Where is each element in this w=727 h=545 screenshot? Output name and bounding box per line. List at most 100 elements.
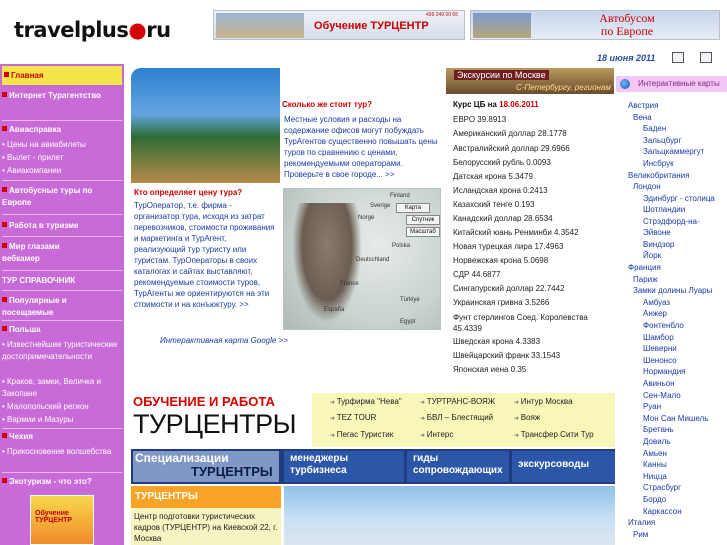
map-item[interactable]: Эдинбург - столица Шотландии — [643, 193, 725, 216]
nav-home[interactable]: Главная — [2, 66, 122, 85]
agency-link[interactable]: БВЛ – Блестящий — [420, 413, 493, 422]
spec-label-b: ТУРЦЕНТРЫ — [191, 464, 273, 479]
interactive-globe-map[interactable]: Карта Спутник Масштаб Finland Sverige No… — [283, 188, 441, 330]
nav-poland-sights[interactable]: • Известнейшие туристические достопримеч… — [2, 339, 122, 363]
map-item[interactable]: Йорк — [643, 250, 725, 262]
map-button-scale[interactable]: Масштаб — [406, 227, 440, 237]
map-item[interactable]: Инсбрук — [643, 158, 725, 170]
rate-row: Белорусский рубль 0.0093 — [453, 158, 551, 167]
map-item[interactable]: Фонтенбло — [643, 320, 725, 332]
map-label: Polska — [392, 243, 411, 249]
logo-text-a: travelplus — [14, 18, 129, 42]
education-heading[interactable]: ОБУЧЕНИЕ И РАБОТА — [133, 394, 275, 409]
agency-link[interactable]: Турфирма "Нева" — [330, 397, 402, 406]
currency-rates-header: Курс ЦБ на 18.06.2011 — [453, 100, 615, 109]
nav-poland-malopolska[interactable]: • Малопольский регион — [2, 402, 122, 411]
promo-education-image[interactable]: Обучение ТУРЦЕНТР — [30, 495, 94, 545]
nav-popular[interactable]: Популярные и посещаемые — [2, 295, 92, 319]
home-icon[interactable] — [672, 52, 684, 63]
map-item[interactable]: Довиль — [643, 436, 725, 448]
map-item[interactable]: Амбуаз — [643, 297, 725, 309]
map-item[interactable]: Страсбург — [643, 482, 725, 494]
nav-czech[interactable]: Чехия — [2, 432, 122, 441]
agency-link[interactable]: TEZ TOUR — [330, 413, 377, 422]
tour-price-question[interactable]: Кто определяет цену тура? — [134, 188, 242, 197]
map-item[interactable]: Бретань — [643, 424, 725, 436]
agency-link[interactable]: ТУРТРАНС-ВОЯЖ — [420, 397, 495, 406]
map-item[interactable]: Замки долины Луары — [633, 285, 725, 297]
bullet-icon — [4, 72, 9, 77]
map-item[interactable]: Стрэдфорд-на-Эйвоне — [643, 216, 725, 239]
logo-text-b: ru — [146, 18, 171, 42]
map-item[interactable]: Париж — [633, 274, 725, 286]
nav-poland-krakow[interactable]: • Краков, замки, Величка и Закопане — [2, 376, 122, 400]
map-item[interactable]: Австрия — [628, 100, 725, 112]
nav-avia[interactable]: Авиасправка — [2, 125, 122, 134]
agency-link[interactable]: Трансфер Сити Тур — [514, 430, 594, 439]
nav-divider — [2, 270, 122, 271]
agency-link[interactable]: Пегас Туристик — [330, 430, 394, 439]
map-button-map[interactable]: Карта — [396, 203, 430, 213]
map-item[interactable]: Баден — [643, 123, 725, 135]
nav-ecotourism[interactable]: Экотуризм - что это? — [2, 477, 122, 486]
nav-divider — [2, 320, 122, 321]
map-item[interactable]: Италия — [628, 517, 725, 529]
rate-row: Украинская гривна 3.5266 — [453, 298, 550, 307]
tour-cost-question[interactable]: Сколько же стоит тур? — [282, 100, 372, 109]
map-item[interactable]: Рим — [633, 529, 725, 541]
map-item[interactable]: Амьен — [643, 448, 725, 460]
map-item[interactable]: Зальцбург — [643, 135, 725, 147]
mail-icon[interactable] — [700, 52, 712, 63]
map-item[interactable]: Виндзор — [643, 239, 725, 251]
map-item[interactable]: Нормандия — [643, 366, 725, 378]
map-item[interactable]: Шенонсо — [643, 355, 725, 367]
nav-jobs[interactable]: Работа в туризме — [2, 221, 122, 230]
map-item[interactable]: Авиньон — [643, 378, 725, 390]
map-item[interactable]: Руан — [643, 401, 725, 413]
tab-excursion-guides[interactable]: экскурсоводы — [512, 451, 615, 482]
map-item[interactable]: Анжер — [643, 308, 725, 320]
map-item[interactable]: Зальцкаммергут — [643, 146, 725, 158]
nav-internet-agency[interactable]: Интернет Турагентство — [2, 90, 112, 102]
map-item[interactable]: Бордо — [643, 494, 725, 506]
agency-link[interactable]: Интерс — [420, 430, 454, 439]
map-item[interactable]: Великобритания — [628, 170, 725, 182]
map-item[interactable]: Шамбор — [643, 332, 725, 344]
tab-guides[interactable]: гиды сопровождающих — [407, 451, 509, 482]
agency-link[interactable]: Вояж — [514, 413, 540, 422]
tab-managers[interactable]: менеджеры турбизнеса — [284, 451, 404, 482]
rate-row: Новая турецкая лира 17.4963 — [453, 242, 564, 251]
nav-avia-prices[interactable]: • Цены на авиабилеты — [2, 140, 122, 149]
nav-bus-tours[interactable]: Автобусные туры по Европе — [2, 185, 114, 209]
map-item[interactable]: Лондон — [633, 181, 725, 193]
turcentry-box-title[interactable]: ТУРЦЕНТРЫ — [131, 486, 281, 508]
bus-tours-banner[interactable]: Автобусом по Европе — [470, 10, 720, 40]
moscow-excursions-banner[interactable]: Экскурсии по Москве С-Петербургу, регион… — [446, 68, 614, 94]
nav-czech-magic[interactable]: • Прикосновение волшебства — [2, 446, 122, 458]
bullet-icon — [2, 433, 7, 438]
nav-poland[interactable]: Польша — [2, 325, 122, 334]
google-map-link[interactable]: Интерактивная карта Google >> — [160, 336, 288, 345]
map-item[interactable]: Шеверни — [643, 343, 725, 355]
specializations-tab[interactable]: Специализации ТУРЦЕНТРЫ — [133, 451, 279, 482]
nav-departure-arrival[interactable]: • Вылет - прилет — [2, 153, 122, 162]
map-item[interactable]: Сен-Мало — [643, 390, 725, 402]
map-item[interactable]: Каркассон — [643, 506, 725, 518]
site-logo[interactable]: travelplus●ru — [6, 8, 171, 50]
agency-link[interactable]: Интур Москва — [514, 397, 573, 406]
nav-poland-warmia[interactable]: • Вармии и Мазуры — [2, 415, 122, 424]
nav-avia-label: Авиасправка — [9, 125, 62, 134]
map-item[interactable]: Франция — [628, 262, 725, 274]
nav-webcams[interactable]: Мир глазами вебкамер — [2, 241, 82, 265]
map-button-satellite[interactable]: Спутник — [406, 215, 440, 225]
map-item[interactable]: Вена — [633, 112, 725, 124]
turcentry-big-title[interactable]: ТУРЦЕНТРЫ — [133, 409, 297, 440]
interactive-maps-header[interactable]: Интерактивные карты — [616, 76, 727, 92]
map-item[interactable]: Мон Сан Мишель — [643, 413, 725, 425]
rates-title: Курс ЦБ на — [453, 100, 497, 109]
nav-airlines[interactable]: • Авиакомпании — [2, 166, 122, 175]
map-item[interactable]: Ницца — [643, 471, 725, 483]
nav-directory[interactable]: ТУР СПРАВОЧНИК — [2, 276, 122, 285]
map-item[interactable]: Канны — [643, 459, 725, 471]
education-banner[interactable]: Обучение ТУРЦЕНТР 499 249 00 65 — [213, 10, 465, 40]
